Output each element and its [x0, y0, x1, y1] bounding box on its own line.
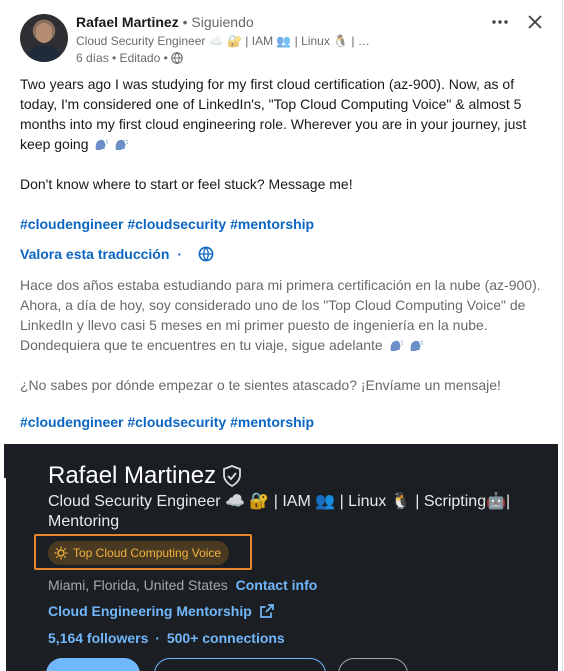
translated-body: Hace dos años estaba estudiando para mi …	[20, 275, 542, 395]
top-voice-badge: Top Cloud Computing Voice	[48, 541, 230, 565]
profile-network-row: 5,164 followers · 500+ connections	[48, 630, 285, 646]
hashtag-link[interactable]: #cloudengineer	[20, 414, 123, 430]
separator-dot: ·	[177, 246, 183, 262]
author-avatar[interactable]	[20, 14, 68, 62]
post-meta-text: 6 días • Editado •	[76, 51, 168, 65]
rate-translation-row: Valora esta traducción ·	[20, 246, 214, 262]
hashtag-link[interactable]: #cloudsecurity	[127, 414, 226, 430]
more-icon	[492, 20, 508, 24]
profile-name: Rafael Martinez	[48, 462, 217, 489]
globe-icon	[171, 52, 183, 64]
avatar-shirt	[28, 46, 60, 62]
hashtag-link[interactable]: #cloudengineer	[20, 216, 123, 232]
post-hashtags: #cloudengineer #cloudsecurity #mentorshi…	[20, 214, 542, 234]
hashtag-link[interactable]: #cloudsecurity	[127, 216, 226, 232]
secondary-action-button	[154, 658, 326, 671]
sun-badge-icon	[54, 546, 68, 560]
profile-actions-cropped	[18, 658, 558, 671]
speaking-head-icon	[410, 340, 423, 351]
hashtag-link[interactable]: #mentorship	[230, 414, 314, 430]
following-status: • Siguiendo	[182, 14, 254, 30]
profile-location: Miami, Florida, United States	[48, 577, 228, 593]
profile-website-link: Cloud Engineering Mentorship	[48, 603, 252, 619]
more-options-button[interactable]	[486, 8, 514, 36]
profile-website-row: Cloud Engineering Mentorship	[48, 603, 274, 619]
speaking-head-icon	[390, 340, 403, 351]
separator-dot: ·	[155, 630, 160, 646]
post-meta: 6 días • Editado •	[76, 51, 183, 65]
speaking-head-icon	[96, 139, 109, 150]
avatar-face	[36, 23, 52, 43]
author-name-line: Rafael Martinez • Siguiendo	[76, 14, 254, 30]
external-link-icon	[259, 604, 274, 618]
translated-paragraph-2: ¿No sabes por dónde empezar o te sientes…	[20, 377, 501, 393]
author-name[interactable]: Rafael Martinez	[76, 14, 179, 30]
verified-shield-icon	[223, 465, 241, 487]
more-action-button	[338, 658, 408, 671]
top-voice-badge-label: Top Cloud Computing Voice	[73, 546, 222, 560]
post-body: Two years ago I was studying for my firs…	[20, 74, 542, 234]
translated-paragraph-1-text: Hace dos años estaba estudiando para mi …	[20, 277, 541, 353]
post-paragraph-1: Two years ago I was studying for my firs…	[20, 74, 542, 154]
translated-hashtags: #cloudengineer #cloudsecurity #mentorshi…	[20, 414, 314, 430]
close-icon	[528, 15, 542, 29]
speaking-head-icon	[115, 139, 129, 150]
translated-paragraph-1: Hace dos años estaba estudiando para mi …	[20, 275, 542, 355]
primary-action-button	[46, 658, 140, 671]
globe-icon[interactable]	[198, 246, 214, 262]
connections-count: 500+ connections	[166, 630, 285, 646]
post-paragraph-2: Don't know where to start or feel stuck?…	[20, 176, 353, 192]
contact-info-link: Contact info	[235, 577, 318, 593]
post-detail-card: Rafael Martinez • Siguiendo Cloud Securi…	[0, 0, 563, 671]
hashtag-link[interactable]: #mentorship	[230, 216, 314, 232]
profile-screenshot-image[interactable]: Rafael Martinez Cloud Security Engineer …	[4, 444, 558, 671]
profile-location-row: Miami, Florida, United States Contact in…	[48, 577, 317, 593]
profile-name-row: Rafael Martinez	[48, 462, 242, 490]
close-button[interactable]	[521, 8, 549, 36]
followers-count: 5,164 followers	[48, 630, 149, 646]
rate-translation-link[interactable]: Valora esta traducción	[20, 246, 169, 262]
author-headline: Cloud Security Engineer ☁️ 🔐 | IAM 👥 | L…	[76, 34, 370, 48]
image-edge	[4, 478, 6, 671]
profile-headline: Cloud Security Engineer ☁️ 🔐 | IAM 👥 | L…	[48, 493, 511, 530]
